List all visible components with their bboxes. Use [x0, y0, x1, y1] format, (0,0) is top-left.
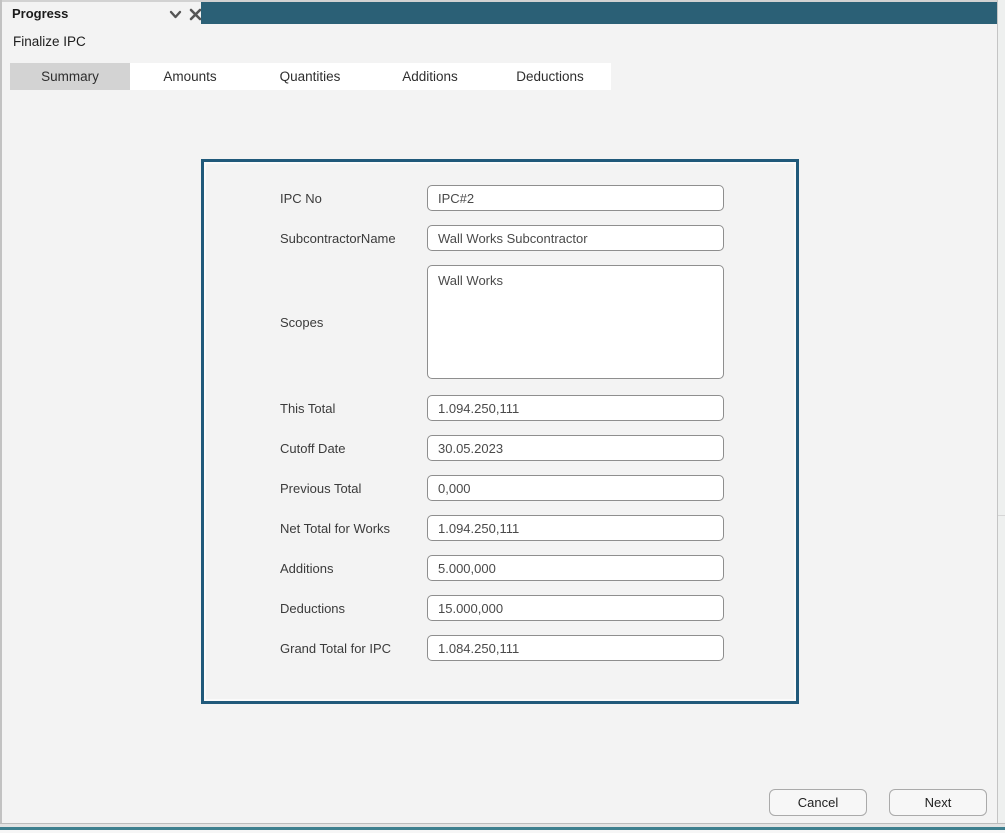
field-label: IPC No	[280, 190, 322, 206]
scrollbar-track[interactable]	[997, 0, 1005, 823]
field-input[interactable]	[427, 515, 724, 541]
field-input[interactable]	[427, 435, 724, 461]
form-row: Net Total for Works	[204, 515, 796, 541]
tab-bar: Summary Amounts Quantities Additions Deducti…	[10, 63, 611, 90]
field-label: This Total	[280, 400, 336, 416]
tab-summary[interactable]: Summary	[10, 63, 130, 90]
form-row: Cutoff Date	[204, 435, 796, 461]
form-fields: IPC No SubcontractorName Scopes This Total C…	[204, 162, 796, 701]
tab-amounts[interactable]: Amounts	[130, 63, 250, 90]
tab-quantities[interactable]: Quantities	[250, 63, 370, 90]
field-input[interactable]	[427, 185, 724, 211]
tab-deductions[interactable]: Deductions	[490, 63, 610, 90]
form-row: Grand Total for IPC	[204, 635, 796, 661]
cancel-button[interactable]: Cancel	[769, 789, 867, 816]
field-input[interactable]	[427, 225, 724, 251]
field-label: Additions	[280, 560, 334, 576]
field-input[interactable]	[427, 635, 724, 661]
view-header: Progress	[2, 2, 997, 25]
field-label: Cutoff Date	[280, 440, 346, 456]
next-button[interactable]: Next	[889, 789, 987, 816]
application-window: Progress Finalize IPC Summary Amounts Quan…	[0, 0, 1005, 833]
form-row: This Total	[204, 395, 796, 421]
field-label: SubcontractorName	[280, 230, 396, 246]
field-input[interactable]	[427, 265, 724, 379]
field-label: Grand Total for IPC	[280, 640, 392, 656]
field-label: Deductions	[280, 600, 346, 616]
field-input[interactable]	[427, 555, 724, 581]
field-label: Previous Total	[280, 480, 362, 496]
page-title: Finalize IPC	[13, 34, 86, 49]
form-panel: IPC No SubcontractorName Scopes This Total C…	[201, 159, 799, 704]
form-row: SubcontractorName	[204, 225, 796, 251]
field-label: Net Total for Works	[280, 520, 391, 536]
tab-additions[interactable]: Additions	[370, 63, 490, 90]
chevron-down-icon[interactable]	[167, 6, 184, 23]
scrollbar-divider	[998, 515, 1005, 516]
view-tab-title: Progress	[12, 6, 69, 21]
form-row: Previous Total	[204, 475, 796, 501]
window-left-edge	[0, 0, 2, 823]
form-row: Scopes	[204, 265, 796, 379]
form-row: IPC No	[204, 185, 796, 211]
field-input[interactable]	[427, 395, 724, 421]
field-input[interactable]	[427, 595, 724, 621]
field-label: Scopes	[280, 314, 324, 330]
form-row: Additions	[204, 555, 796, 581]
field-input[interactable]	[427, 475, 724, 501]
form-row: Deductions	[204, 595, 796, 621]
header-accent-bar	[201, 2, 997, 24]
